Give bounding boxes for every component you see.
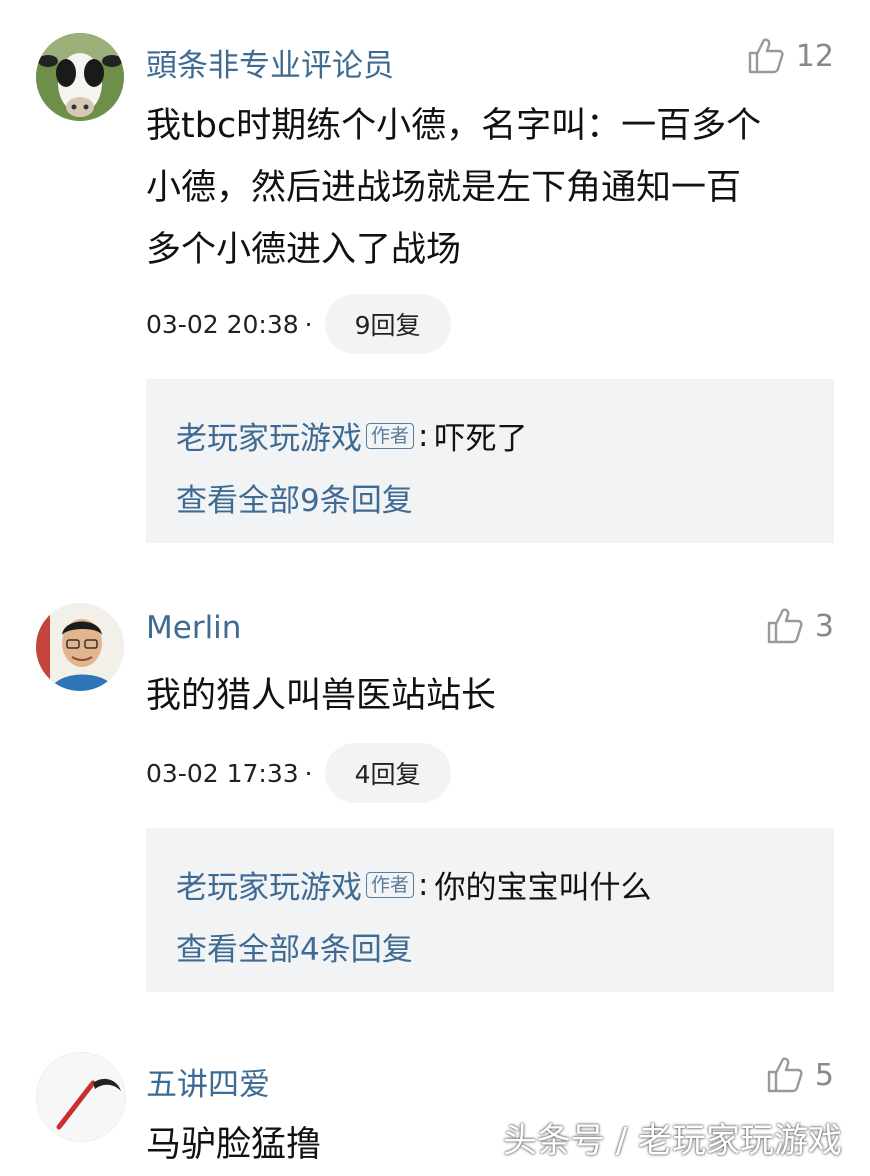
reply-author[interactable]: 老玩家玩游戏	[176, 862, 362, 907]
separator-dot: ·	[304, 309, 313, 339]
separator-dot: ·	[304, 758, 313, 788]
reply-text: 你的宝宝叫什么	[434, 870, 652, 906]
reply-preview-line: 老玩家玩游戏 作者 : 你的宝宝叫什么	[176, 862, 651, 907]
reply-preview-box[interactable]: 老玩家玩游戏 作者 : 吓死了 查看全部9条回复	[146, 379, 834, 543]
timestamp: 03-02 17:33	[146, 758, 299, 788]
username[interactable]: 五讲四爱	[146, 1059, 270, 1104]
reply-text: 吓死了	[434, 421, 528, 457]
reply-count-button[interactable]: 4回复	[324, 743, 451, 803]
reply-colon: :	[418, 417, 429, 454]
comment-text-line: 我tbc时期练个小德，名字叫：一百多个	[146, 106, 762, 146]
thumbs-up-icon	[767, 1057, 803, 1093]
comment-meta: 03-02 20:38 · 9回复	[146, 294, 451, 354]
like-button[interactable]: 5	[765, 1055, 834, 1095]
view-all-replies-link[interactable]: 查看全部9条回复	[176, 475, 413, 520]
like-count: 3	[814, 608, 834, 644]
scythe-avatar-image	[37, 1053, 125, 1141]
comment-text: 我tbc时期练个小德，名字叫：一百多个 小德，然后进战场就是左下角通知一百 多个…	[146, 95, 836, 281]
like-button[interactable]: 3	[765, 606, 834, 646]
author-badge: 作者	[366, 422, 415, 449]
reply-preview-box[interactable]: 老玩家玩游戏 作者 : 你的宝宝叫什么 查看全部4条回复	[146, 828, 834, 992]
reply-preview-line: 老玩家玩游戏 作者 : 吓死了	[176, 413, 527, 458]
watermark: 头条号 / 老玩家玩游戏	[502, 1121, 842, 1161]
reply-author[interactable]: 老玩家玩游戏	[176, 413, 362, 458]
like-count: 12	[795, 38, 834, 74]
reply-count-button[interactable]: 9回复	[324, 294, 451, 354]
avatar[interactable]	[36, 33, 124, 121]
author-badge: 作者	[366, 871, 415, 898]
username[interactable]: 頭条非专业评论员	[146, 40, 394, 85]
like-button[interactable]: 12	[746, 36, 834, 76]
timestamp: 03-02 20:38	[146, 309, 299, 339]
comment-text-line: 我的猎人叫兽医站站长	[146, 676, 497, 716]
avatar[interactable]	[36, 603, 124, 691]
view-all-replies-link[interactable]: 查看全部4条回复	[176, 924, 413, 969]
cow-avatar-image	[36, 33, 124, 121]
reply-colon: :	[418, 866, 429, 903]
person-avatar-image	[36, 603, 124, 691]
comment-text: 我的猎人叫兽医站站长	[146, 665, 836, 727]
comment-meta: 03-02 17:33 · 4回复	[146, 743, 451, 803]
username[interactable]: Merlin	[146, 610, 241, 646]
like-count: 5	[814, 1057, 834, 1093]
avatar[interactable]	[36, 1052, 126, 1142]
thumbs-up-icon	[767, 608, 803, 644]
comment-text-line: 多个小德进入了战场	[146, 230, 462, 270]
thumbs-up-icon	[748, 38, 784, 74]
comment-text-line: 小德，然后进战场就是左下角通知一百	[146, 168, 742, 208]
